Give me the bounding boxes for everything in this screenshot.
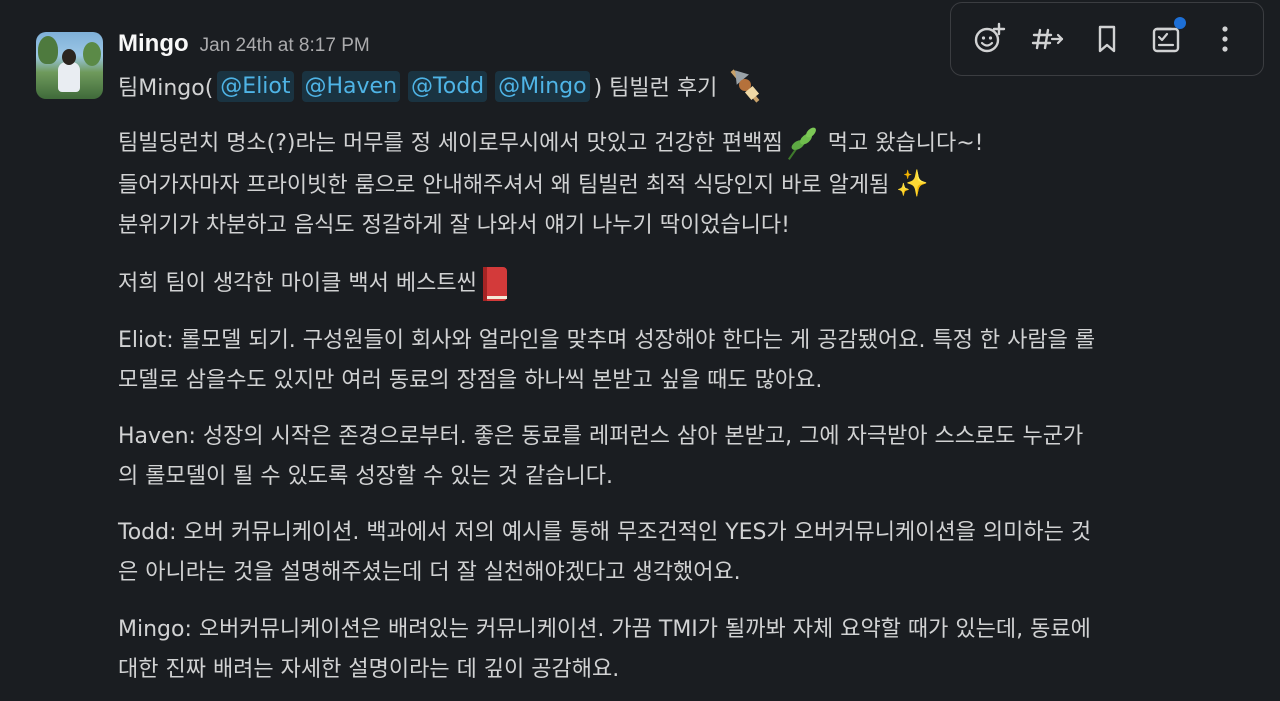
add-reaction-icon bbox=[974, 22, 1005, 53]
message-paragraph-haven: Haven: 성장의 시작은 존경으로부터. 좋은 동료를 레퍼런스 삼아 본받… bbox=[118, 417, 1083, 497]
paragraph-line: 대한 진짜 배려는 자세한 설명이라는 데 깊이 공감해요. bbox=[118, 657, 620, 682]
paragraph-line: Haven: 성장의 시작은 존경으로부터. 좋은 동료를 레퍼런스 삼아 본받… bbox=[118, 424, 1084, 449]
paragraph-line: Todd: 오버 커뮤니케이션. 백과에서 저의 예시를 통해 무조건적인 YE… bbox=[118, 520, 1092, 545]
author-name[interactable]: Mingo bbox=[118, 30, 189, 58]
add-reaction-button[interactable] bbox=[965, 15, 1013, 63]
message-paragraph-intro: 팀빌딩런치 명소(?)라는 머무를 정 세이로무시에서 맛있고 건강한 편백찜 … bbox=[118, 124, 983, 246]
red-book-icon bbox=[481, 267, 509, 301]
mention-mingo[interactable]: @Mingo bbox=[495, 70, 590, 102]
paragraph-line: 분위기가 차분하고 음식도 정갈하게 잘 나와서 얘기 나누기 딱이었습니다! bbox=[118, 213, 790, 238]
message-paragraph-mingo: Mingo: 오버커뮤니케이션은 배려있는 커뮤니케이션. 가끔 TMI가 될까… bbox=[118, 610, 1091, 690]
user-avatar[interactable] bbox=[36, 32, 103, 99]
paragraph-line: 모델로 삼을수도 있지만 여러 동료의 장점을 하나씩 본받고 싶을 때도 많아… bbox=[118, 368, 823, 393]
avatar-person bbox=[58, 62, 80, 92]
paragraph-line: 은 아니라는 것을 설명해주셨는데 더 잘 실천해야겠다고 생각했어요. bbox=[118, 560, 741, 585]
message-actions-toolbar bbox=[950, 2, 1264, 76]
avatar-foliage bbox=[38, 36, 58, 64]
mention-todd[interactable]: @Todd bbox=[408, 70, 488, 102]
forward-to-channel-icon bbox=[1031, 28, 1063, 50]
notification-dot bbox=[1174, 17, 1187, 29]
sparkles-icon: ✨ bbox=[896, 169, 929, 199]
message-title-line: 팀Mingo( @Eliot @Haven @Todd @Mingo ) 팀빌런… bbox=[118, 65, 765, 106]
herb-icon bbox=[787, 125, 821, 161]
more-actions-icon bbox=[1222, 26, 1228, 52]
message-timestamp[interactable]: Jan 24th at 8:17 PM bbox=[200, 35, 370, 57]
forward-to-channel-button[interactable] bbox=[1024, 15, 1072, 63]
paragraph-line: 의 롤모델이 될 수 있도록 성장할 수 있는 것 같습니다. bbox=[118, 464, 613, 489]
message-container: Mingo Jan 24th at 8:17 PM 팀Mingo( @Eliot… bbox=[0, 0, 1280, 701]
message-paragraph-bestscene: 저희 팀이 생각한 마이클 백서 베스트씬 bbox=[118, 264, 509, 304]
more-actions-button[interactable] bbox=[1201, 15, 1249, 63]
paragraph-line: Eliot: 롤모델 되기. 구성원들이 회사와 얼라인을 맞추며 성장해야 한… bbox=[118, 328, 1096, 353]
save-for-later-button[interactable] bbox=[1142, 15, 1190, 63]
paragraph-line: 팀빌딩런치 명소(?)라는 머무를 정 세이로무시에서 맛있고 건강한 편백찜 … bbox=[118, 124, 983, 164]
paragraph-line: 저희 팀이 생각한 마이클 백서 베스트씬 bbox=[118, 264, 509, 304]
message-paragraph-todd: Todd: 오버 커뮤니케이션. 백과에서 저의 예시를 통해 무조건적인 YE… bbox=[118, 513, 1091, 593]
paragraph-line: Mingo: 오버커뮤니케이션은 배려있는 커뮤니케이션. 가끔 TMI가 될까… bbox=[118, 617, 1091, 642]
bookmark-icon bbox=[1098, 25, 1116, 53]
oden-icon bbox=[725, 65, 765, 106]
message-header: Mingo Jan 24th at 8:17 PM bbox=[118, 30, 370, 58]
mention-haven[interactable]: @Haven bbox=[301, 70, 401, 102]
title-suffix: ) 팀빌런 후기 bbox=[593, 76, 718, 101]
message-paragraph-eliot: Eliot: 롤모델 되기. 구성원들이 회사와 얼라인을 맞추며 성장해야 한… bbox=[118, 321, 1095, 401]
title-prefix: 팀Mingo( bbox=[118, 76, 214, 101]
paragraph-line: 들어가자마자 프라이빗한 룸으로 안내해주셔서 왜 팀빌런 최적 식당인지 바로… bbox=[118, 169, 929, 199]
avatar-foliage bbox=[83, 42, 101, 66]
mention-eliot[interactable]: @Eliot bbox=[217, 70, 294, 102]
bookmark-button[interactable] bbox=[1083, 15, 1131, 63]
avatar-person-head bbox=[62, 49, 76, 65]
